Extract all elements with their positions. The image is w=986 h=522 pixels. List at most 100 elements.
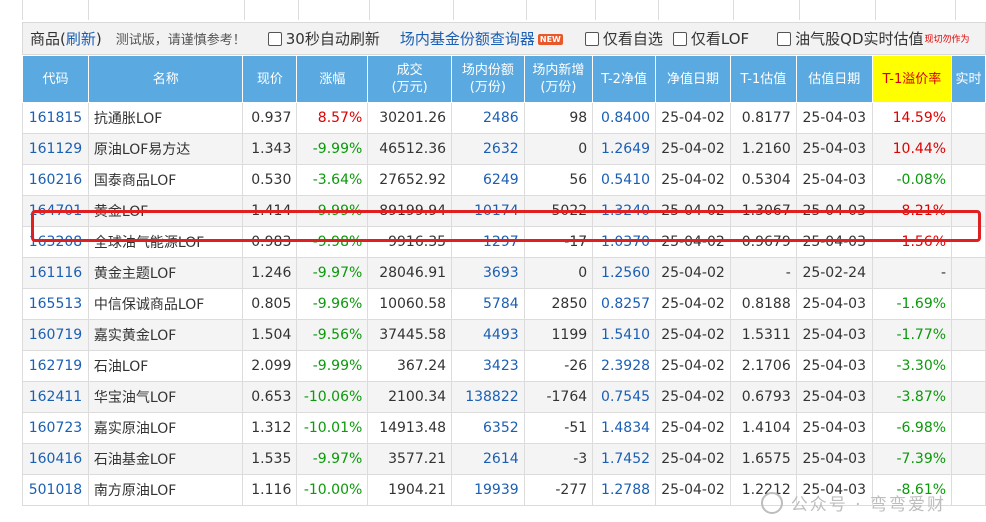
cell-nav-t2[interactable]: 1.2560 bbox=[592, 257, 657, 289]
col-new-shares[interactable]: 场内新增 (万份) bbox=[523, 55, 594, 103]
col-nav-t2[interactable]: T-2净值 bbox=[592, 55, 657, 103]
cell-code[interactable]: 160719 bbox=[22, 319, 89, 351]
cell-new-shares: 5022 bbox=[523, 195, 594, 227]
cell-shares[interactable]: 3423 bbox=[451, 350, 525, 382]
cell-change: -10.06% bbox=[296, 381, 369, 413]
checkbox-icon[interactable] bbox=[777, 31, 792, 46]
cell-code[interactable]: 161815 bbox=[22, 102, 89, 134]
table-row[interactable]: 164701 黄金LOF 1.414 -9.99% 89199.94 10174 5022 1… bbox=[22, 195, 986, 227]
cell-code[interactable]: 162411 bbox=[22, 381, 89, 413]
table-row[interactable]: 160719 嘉实黄金LOF 1.504 -9.56% 37445.58 4493 1199… bbox=[22, 319, 986, 351]
cell-new-shares: 2850 bbox=[523, 288, 594, 320]
cell-nav-t2[interactable]: 0.5410 bbox=[592, 164, 657, 196]
auto-refresh-checkbox[interactable]: 30秒自动刷新 bbox=[267, 28, 380, 49]
col-code[interactable]: 代码 bbox=[22, 55, 89, 103]
cell-shares[interactable]: 19939 bbox=[451, 474, 525, 506]
cell-premium: - bbox=[871, 257, 953, 289]
refresh-link[interactable]: 刷新 bbox=[66, 30, 96, 48]
cell-shares[interactable]: 2614 bbox=[451, 443, 525, 475]
cell-nav-t2[interactable]: 1.3240 bbox=[592, 195, 657, 227]
cell-new-shares: -1764 bbox=[523, 381, 594, 413]
col-est-date[interactable]: 估值日期 bbox=[795, 55, 873, 103]
table-row[interactable]: 501018 南方原油LOF 1.116 -10.00% 1904.21 19939 -27… bbox=[22, 474, 986, 506]
cell-nav-t2[interactable]: 1.7452 bbox=[592, 443, 657, 475]
col-shares[interactable]: 场内份额 (万份) bbox=[451, 55, 525, 103]
cell-volume: 367.24 bbox=[367, 350, 453, 382]
table-row[interactable]: 165513 中信保诚商品LOF 0.805 -9.96% 10060.58 5784 28… bbox=[22, 288, 986, 320]
cell-nav-t2[interactable]: 0.8257 bbox=[592, 288, 657, 320]
cell-code[interactable]: 160416 bbox=[22, 443, 89, 475]
col-realtime[interactable]: 实时 bbox=[951, 55, 986, 103]
cell-change: -9.96% bbox=[296, 288, 369, 320]
col-change[interactable]: 涨幅 bbox=[296, 55, 369, 103]
cell-volume: 46512.36 bbox=[367, 133, 453, 165]
cell-volume: 3577.21 bbox=[367, 443, 453, 475]
table-row[interactable]: 160216 国泰商品LOF 0.530 -3.64% 27652.92 6249 56 0.… bbox=[22, 164, 986, 196]
col-est-t1[interactable]: T-1估值 bbox=[730, 55, 797, 103]
col-nav-date[interactable]: 净值日期 bbox=[655, 55, 731, 103]
cell-shares[interactable]: 2632 bbox=[451, 133, 525, 165]
cell-shares[interactable]: 2486 bbox=[451, 102, 525, 134]
col-premium-t1[interactable]: T-1溢价率 bbox=[871, 55, 953, 103]
cell-shares[interactable]: 3693 bbox=[451, 257, 525, 289]
table-row[interactable]: 162411 华宝油气LOF 0.653 -10.06% 2100.34 138822 -1… bbox=[22, 381, 986, 413]
table-row[interactable]: 161815 抗通胀LOF 0.937 8.57% 30201.26 2486 98 0.84… bbox=[22, 102, 986, 134]
cell-realtime bbox=[951, 443, 986, 475]
cell-shares[interactable]: 6249 bbox=[451, 164, 525, 196]
cell-code[interactable]: 160723 bbox=[22, 412, 89, 444]
cell-shares[interactable]: 10174 bbox=[451, 195, 525, 227]
cell-realtime bbox=[951, 474, 986, 506]
cell-nav-t2[interactable]: 1.2649 bbox=[592, 133, 657, 165]
cell-code[interactable]: 163208 bbox=[22, 226, 89, 258]
watchlist-only-checkbox[interactable]: 仅看自选 bbox=[584, 28, 663, 49]
cell-nav-date: 25-04-02 bbox=[655, 443, 731, 475]
cell-change: 8.57% bbox=[296, 102, 369, 134]
cell-nav-t2[interactable]: 1.5410 bbox=[592, 319, 657, 351]
cell-code[interactable]: 161129 bbox=[22, 133, 89, 165]
cell-est-date: 25-04-03 bbox=[795, 226, 873, 258]
table-row[interactable]: 161116 黄金主题LOF 1.246 -9.97% 28046.91 3693 0 1.2… bbox=[22, 257, 986, 289]
cell-code[interactable]: 160216 bbox=[22, 164, 89, 196]
cell-nav-t2[interactable]: 1.4834 bbox=[592, 412, 657, 444]
qd-estimate-checkbox[interactable]: 油气股QD实时估值 现切勿作为 bbox=[777, 28, 970, 49]
cell-name: 抗通胀LOF bbox=[87, 102, 244, 134]
col-price[interactable]: 现价 bbox=[242, 55, 298, 103]
col-name[interactable]: 名称 bbox=[87, 55, 244, 103]
table-row[interactable]: 161129 原油LOF易方达 1.343 -9.99% 46512.36 2632 0 1.… bbox=[22, 133, 986, 165]
share-query-link[interactable]: 场内基金份额查询器 NEW bbox=[400, 28, 563, 49]
cell-code[interactable]: 161116 bbox=[22, 257, 89, 289]
cell-shares[interactable]: 6352 bbox=[451, 412, 525, 444]
cell-est-date: 25-02-24 bbox=[795, 257, 873, 289]
cell-change: -10.01% bbox=[296, 412, 369, 444]
cell-nav-t2[interactable]: 1.2788 bbox=[592, 474, 657, 506]
table-header-row: 代码 名称 现价 涨幅 成交 (万元) 场内份额 (万份) 场内新增 (万份) T-2… bbox=[22, 55, 986, 103]
cell-shares[interactable]: 138822 bbox=[451, 381, 525, 413]
checkbox-icon[interactable] bbox=[672, 31, 687, 46]
cell-shares[interactable]: 5784 bbox=[451, 288, 525, 320]
table-row[interactable]: 163208 全球油气能源LOF 0.983 -9.98% 9916.35 1297 -17… bbox=[22, 226, 986, 258]
cell-code[interactable]: 162719 bbox=[22, 350, 89, 382]
cell-code[interactable]: 164701 bbox=[22, 195, 89, 227]
cell-price: 0.983 bbox=[242, 226, 298, 258]
cell-volume: 89199.94 bbox=[367, 195, 453, 227]
cell-nav-t2[interactable]: 1.0370 bbox=[592, 226, 657, 258]
cell-code[interactable]: 165513 bbox=[22, 288, 89, 320]
col-volume[interactable]: 成交 (万元) bbox=[367, 55, 453, 103]
cell-nav-t2[interactable]: 2.3928 bbox=[592, 350, 657, 382]
cell-price: 1.246 bbox=[242, 257, 298, 289]
cell-nav-t2[interactable]: 0.8400 bbox=[592, 102, 657, 134]
cell-premium: 8.21% bbox=[871, 195, 953, 227]
cell-price: 1.414 bbox=[242, 195, 298, 227]
cell-code[interactable]: 501018 bbox=[22, 474, 89, 506]
table-row[interactable]: 162719 石油LOF 2.099 -9.99% 367.24 3423 -26 2.392… bbox=[22, 350, 986, 382]
checkbox-icon[interactable] bbox=[584, 31, 599, 46]
cell-volume: 14913.48 bbox=[367, 412, 453, 444]
lof-only-checkbox[interactable]: 仅看LOF bbox=[672, 28, 749, 49]
cell-shares[interactable]: 4493 bbox=[451, 319, 525, 351]
cell-shares[interactable]: 1297 bbox=[451, 226, 525, 258]
cell-premium: 10.44% bbox=[871, 133, 953, 165]
table-row[interactable]: 160723 嘉实原油LOF 1.312 -10.01% 14913.48 6352 -51… bbox=[22, 412, 986, 444]
checkbox-icon[interactable] bbox=[267, 31, 282, 46]
cell-nav-t2[interactable]: 0.7545 bbox=[592, 381, 657, 413]
table-row[interactable]: 160416 石油基金LOF 1.535 -9.97% 3577.21 2614 -3 1.7… bbox=[22, 443, 986, 475]
